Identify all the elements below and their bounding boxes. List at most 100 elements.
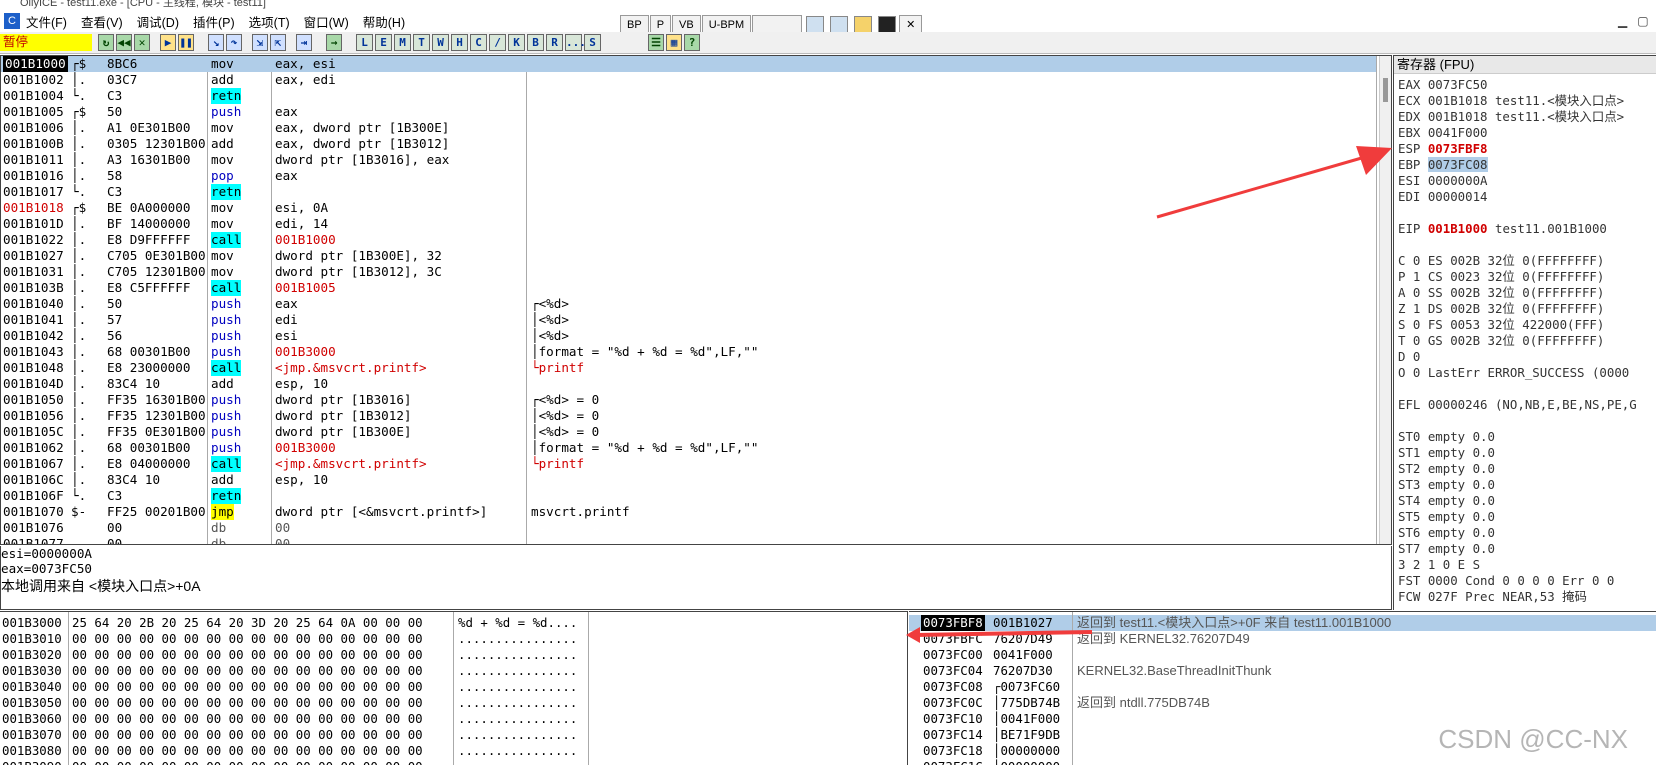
register-line[interactable]: O 0 LastErr ERROR_SUCCESS (0000 <box>1398 365 1629 381</box>
help-icon[interactable]: ? <box>684 34 700 51</box>
disasm-row[interactable]: 001B1056 │. FF35 12301B00 push dword ptr [1B… <box>1 408 1391 424</box>
register-line[interactable]: ST6 empty 0.0 <box>1398 525 1495 541</box>
register-value[interactable]: 001B1000 <box>1428 221 1488 236</box>
registers-pane[interactable]: 寄存器 (FPU) EAX 0073FC50 ECX 001B1018 test1… <box>1393 55 1656 610</box>
pause-icon[interactable]: ❚❚ <box>178 34 194 51</box>
stack-row[interactable]: 0073FC0C │775DB74B 返回到 ntdll.775DB74B <box>909 695 1656 711</box>
menu-window[interactable]: 窗口(W) <box>304 12 349 31</box>
restart-icon[interactable]: ↻ <box>98 34 114 51</box>
toolbar-letter-b[interactable]: B <box>527 34 544 51</box>
disasm-row[interactable]: 001B1076 00 db 00 <box>1 520 1391 536</box>
disasm-row[interactable]: 001B1062 │. 68 00301B00 push 001B3000 │format… <box>1 440 1391 456</box>
disasm-row[interactable]: 001B100B │. 0305 12301B00 add eax, dword ptr… <box>1 136 1391 152</box>
disasm-row[interactable]: 001B1002 │. 03C7 add eax, edi <box>1 72 1391 88</box>
trace-into-icon[interactable]: ⇲ <box>252 34 268 51</box>
menu-plugins[interactable]: 插件(P) <box>193 12 235 31</box>
disasm-row[interactable]: 001B1070 $- FF25 00201B00 jmp dword ptr [<&… <box>1 504 1391 520</box>
toolbar-letter-r[interactable]: R <box>546 34 563 51</box>
register-line[interactable]: EFL 00000246 (NO,NB,E,BE,NS,PE,G <box>1398 397 1637 413</box>
stack-row[interactable]: 0073FC08 ┌0073FC60 <box>909 679 1656 695</box>
execute-till-return-icon[interactable]: ⇥ <box>296 34 312 51</box>
register-line[interactable]: FCW 027F Prec NEAR,53 掩码 <box>1398 589 1587 605</box>
stack-row[interactable]: 0073FC04 76207D30 KERNEL32.BaseThreadInitT… <box>909 663 1656 679</box>
menu-options[interactable]: 选项(T) <box>249 12 290 31</box>
register-line[interactable]: ST4 empty 0.0 <box>1398 493 1495 509</box>
register-line[interactable]: EBX 0041F000 <box>1398 125 1488 141</box>
register-value[interactable]: 0073FBF8 <box>1428 141 1488 156</box>
stack-row[interactable]: 0073FC00 0041F000 <box>909 647 1656 663</box>
register-line[interactable]: D 0 <box>1398 349 1420 365</box>
disasm-row[interactable]: 001B1041 │. 57 push edi │<%d> <box>1 312 1391 328</box>
step-over-icon[interactable]: ↷ <box>226 34 242 51</box>
toolbar-letter-w[interactable]: W <box>432 34 449 51</box>
disasm-row[interactable]: 001B101D │. BF 14000000 mov edi, 14 <box>1 216 1391 232</box>
disasm-row[interactable]: 001B1022 │. E8 D9FFFFFF call 001B1000 <box>1 232 1391 248</box>
disassembly-pane[interactable]: 001B1000 ┌$ 8BC6 mov eax, esi 001B1002 │. 03C7 a… <box>0 55 1392 545</box>
register-line[interactable]: ST1 empty 0.0 <box>1398 445 1495 461</box>
toolbar-letter-m[interactable]: M <box>394 34 411 51</box>
disasm-row[interactable]: 001B1000 ┌$ 8BC6 mov eax, esi <box>1 56 1376 72</box>
toolbar-letter-k[interactable]: K <box>508 34 525 51</box>
disasm-row[interactable]: 001B1016 │. 58 pop eax <box>1 168 1391 184</box>
register-line[interactable]: C 0 ES 002B 32位 0(FFFFFFFF) <box>1398 253 1604 269</box>
toolbar-letter-c[interactable]: C <box>470 34 487 51</box>
disasm-row[interactable]: 001B104D │. 83C4 10 add esp, 10 <box>1 376 1391 392</box>
register-line[interactable]: EBP 0073FC08 <box>1398 157 1488 173</box>
register-line[interactable]: ST3 empty 0.0 <box>1398 477 1495 493</box>
disasm-row[interactable]: 001B105C │. FF35 0E301B00 push dword ptr [1B… <box>1 424 1391 440</box>
toolbar-letter-slash[interactable]: / <box>489 34 506 51</box>
disasm-row[interactable]: 001B1017 └. C3 retn <box>1 184 1391 200</box>
rewind-icon[interactable]: ◀◀ <box>116 34 132 51</box>
register-line[interactable]: ECX 001B1018 test11.<模块入口点> <box>1398 93 1624 109</box>
disasm-row[interactable]: 001B1018 ┌$ BE 0A000000 mov esi, 0A <box>1 200 1391 216</box>
register-line[interactable]: EIP 001B1000 test11.001B1000 <box>1398 221 1607 237</box>
disasm-row[interactable]: 001B106F └. C3 retn <box>1 488 1391 504</box>
register-line[interactable]: A 0 SS 002B 32位 0(FFFFFFFF) <box>1398 285 1604 301</box>
register-line[interactable]: P 1 CS 0023 32位 0(FFFFFFFF) <box>1398 269 1604 285</box>
disasm-row[interactable]: 001B1067 │. E8 04000000 call <jmp.&msvcrt.pr… <box>1 456 1391 472</box>
disasm-row[interactable]: 001B1042 │. 56 push esi │<%d> <box>1 328 1391 344</box>
register-line[interactable]: ST2 empty 0.0 <box>1398 461 1495 477</box>
window-controls[interactable]: ▁ ▢ <box>1618 14 1649 28</box>
disasm-row[interactable]: 001B1005 ┌$ 50 push eax <box>1 104 1391 120</box>
register-line[interactable]: S 0 FS 0053 32位 422000(FFF) <box>1398 317 1604 333</box>
disasm-row[interactable]: 001B103B │. E8 C5FFFFFF call 001B1005 <box>1 280 1391 296</box>
register-line[interactable]: T 0 GS 002B 32位 0(FFFFFFFF) <box>1398 333 1604 349</box>
register-line[interactable]: ST5 empty 0.0 <box>1398 509 1495 525</box>
stack-row[interactable]: 0073FBF8 001B1027 返回到 test11.<模块入口点>+0F 来自… <box>909 615 1656 631</box>
disasm-row[interactable]: 001B1050 │. FF35 16301B00 push dword ptr [1B… <box>1 392 1391 408</box>
register-line[interactable]: Z 1 DS 002B 32位 0(FFFFFFFF) <box>1398 301 1604 317</box>
register-line[interactable]: 3 2 1 0 E S <box>1398 557 1480 573</box>
close-process-icon[interactable]: ✕ <box>134 34 150 51</box>
register-line[interactable]: EDI 00000014 <box>1398 189 1488 205</box>
menu-debug[interactable]: 调试(D) <box>137 12 179 31</box>
trace-over-icon[interactable]: ⇱ <box>270 34 286 51</box>
toolbar-letter-s[interactable]: S <box>584 34 601 51</box>
run-icon[interactable]: ▶ <box>160 34 176 51</box>
toolbar-letter-dots[interactable]: ... <box>565 34 586 51</box>
stack-row[interactable]: 0073FC1C │00000000 <box>909 759 1656 765</box>
disasm-row[interactable]: 001B1077 00 db 00 <box>1 536 1391 544</box>
toolbar-letter-l[interactable]: L <box>356 34 373 51</box>
register-value[interactable]: 0073FC08 <box>1427 157 1488 172</box>
disasm-scrollbar[interactable] <box>1379 56 1391 544</box>
menu-file[interactable]: 文件(F) <box>26 12 67 31</box>
disasm-row[interactable]: 001B1011 │. A3 16301B00 mov dword ptr [1B301… <box>1 152 1391 168</box>
toolbar-letter-t[interactable]: T <box>413 34 430 51</box>
disasm-row[interactable]: 001B106C │. 83C4 10 add esp, 10 <box>1 472 1391 488</box>
menu-help[interactable]: 帮助(H) <box>363 12 405 31</box>
toolbar-letter-h[interactable]: H <box>451 34 468 51</box>
register-line[interactable]: ESI 0000000A <box>1398 173 1488 189</box>
list-icon[interactable]: ☰ <box>648 34 664 51</box>
step-into-icon[interactable]: ↘ <box>208 34 224 51</box>
register-line[interactable]: EDX 001B1018 test11.<模块入口点> <box>1398 109 1624 125</box>
register-line[interactable]: ST0 empty 0.0 <box>1398 429 1495 445</box>
register-line[interactable]: EAX 0073FC50 <box>1398 77 1488 93</box>
toolbar-letter-e[interactable]: E <box>375 34 392 51</box>
disasm-scroll-thumb[interactable] <box>1383 78 1388 102</box>
disasm-row[interactable]: 001B1031 │. C705 12301B00 mov dword ptr [1B3… <box>1 264 1391 280</box>
register-line[interactable]: ST7 empty 0.0 <box>1398 541 1495 557</box>
hex-dump-pane[interactable]: 001B3000 25 64 20 2B 20 25 64 20 3D 20 25… <box>0 611 908 765</box>
disasm-row[interactable]: 001B1027 │. C705 0E301B00 mov dword ptr [1B3… <box>1 248 1391 264</box>
disasm-row[interactable]: 001B1006 │. A1 0E301B00 mov eax, dword ptr [… <box>1 120 1391 136</box>
